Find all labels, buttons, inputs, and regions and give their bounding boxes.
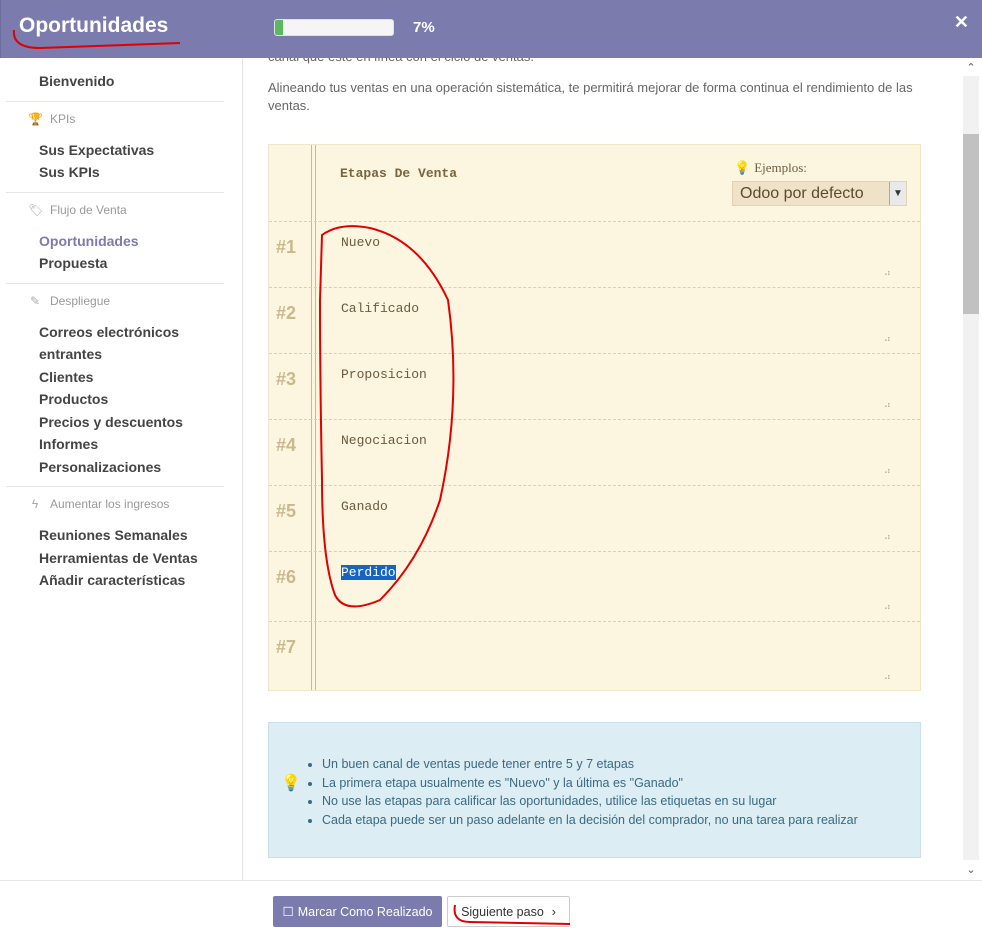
close-icon[interactable]: ✕ (954, 12, 969, 33)
sidebar: Bienvenido 🏆 KPIs Sus Expectativas Sus K… (4, 58, 243, 880)
stage-input[interactable]: Nuevo (341, 235, 380, 250)
chevron-up-icon[interactable]: ⌃ (963, 61, 979, 74)
sidebar-divider (6, 486, 224, 487)
progress-fill (275, 20, 284, 35)
list-item: No use las etapas para calificar las opo… (322, 792, 858, 811)
resize-grip-icon[interactable]: ⠴ (884, 268, 891, 279)
chevron-down-icon: ▼ (889, 182, 906, 205)
list-item: La primera etapa usualmente es "Nuevo" y… (322, 774, 858, 793)
sidebar-item-herramientas[interactable]: Herramientas de Ventas (4, 547, 242, 570)
chevron-right-icon: › (551, 904, 556, 919)
stage-number: #5 (276, 501, 297, 521)
examples-label: 💡 Ejemplos: (734, 160, 807, 175)
stage-number: #3 (276, 369, 297, 389)
stage-number: #1 (276, 237, 297, 257)
sidebar-item-clientes[interactable]: Clientes (4, 366, 242, 389)
scrollbar-thumb[interactable] (963, 134, 979, 314)
trophy-icon: 🏆 (28, 111, 43, 126)
resize-grip-icon[interactable]: ⠴ (884, 400, 891, 411)
sidebar-item-correos[interactable]: Correos electrónicos entrantes (4, 321, 189, 366)
stage-row[interactable]: #7 ⠴ (269, 621, 920, 692)
examples-select[interactable]: Odoo por defecto ▼ (732, 181, 907, 206)
list-item: Cada etapa puede ser un paso adelante en… (322, 811, 858, 830)
sidebar-divider (6, 282, 224, 284)
wizard-header: Oportunidades 7% ✕ (0, 0, 982, 58)
resize-grip-icon[interactable]: ⠴ (884, 334, 891, 345)
sidebar-divider (6, 100, 224, 102)
stage-input[interactable]: Calificado (341, 301, 419, 316)
intro-text-cut: canal que esté en línea con el ciclo de … (268, 58, 923, 66)
lightbulb-icon: 💡 (281, 775, 301, 792)
tag-icon: 🏷 (28, 202, 44, 217)
stage-input[interactable]: Proposicion (341, 367, 427, 382)
checkbox-icon: ☐ (282, 905, 294, 919)
stage-input[interactable]: Negociacion (341, 433, 427, 448)
stage-row[interactable]: #6 Perdido ⠴ (269, 551, 920, 622)
stage-number: #7 (276, 637, 297, 657)
main-content: canal que esté en línea con el ciclo de … (243, 58, 945, 880)
bolt-icon: ϟ (31, 497, 39, 511)
sidebar-item-productos[interactable]: Productos (4, 388, 242, 411)
sales-stages-panel: Etapas De Venta 💡 Ejemplos: Odoo por def… (268, 144, 921, 691)
sidebar-group-aumentar: ϟ Aumentar los ingresos (4, 497, 242, 511)
sidebar-item-sus-kpis[interactable]: Sus KPIs (4, 161, 242, 184)
resize-grip-icon[interactable]: ⠴ (884, 672, 891, 683)
next-step-button[interactable]: Siguiente paso › (447, 896, 570, 927)
sidebar-divider (6, 191, 224, 193)
resize-grip-icon[interactable]: ⠴ (884, 532, 891, 543)
progress-bar (274, 19, 394, 36)
stage-input[interactable]: Ganado (341, 499, 388, 514)
chevron-down-icon[interactable]: ⌄ (963, 863, 979, 876)
sidebar-item-anadir[interactable]: Añadir características (4, 569, 242, 592)
sidebar-item-propuesta[interactable]: Propuesta (4, 252, 242, 275)
stage-row[interactable]: #5 Ganado ⠴ (269, 485, 920, 552)
stage-row[interactable]: #4 Negociacion ⠴ (269, 419, 920, 486)
tips-list: Un buen canal de ventas puede tener entr… (307, 755, 858, 829)
sidebar-item-reuniones[interactable]: Reuniones Semanales (4, 524, 242, 547)
stage-row[interactable]: #3 Proposicion ⠴ (269, 353, 920, 420)
sidebar-item-personalizaciones[interactable]: Personalizaciones (4, 456, 242, 479)
sidebar-group-despliegue: ✎ Despliegue (29, 293, 111, 308)
stage-number: #4 (276, 435, 297, 455)
sidebar-item-oportunidades[interactable]: Oportunidades (4, 230, 242, 253)
wizard-title: Oportunidades (19, 14, 169, 37)
mark-done-button[interactable]: ☐ Marcar Como Realizado (273, 896, 442, 927)
stage-row[interactable]: #1 Nuevo ⠴ (269, 221, 920, 288)
sidebar-item-sus-expectativas[interactable]: Sus Expectativas (4, 139, 242, 162)
stage-row[interactable]: #2 Calificado ⠴ (269, 287, 920, 354)
list-item: Un buen canal de ventas puede tener entr… (322, 755, 858, 774)
sidebar-item-precios[interactable]: Precios y descuentos (4, 411, 242, 434)
stages-title: Etapas De Venta (340, 166, 458, 181)
sidebar-item-informes[interactable]: Informes (4, 433, 242, 456)
magic-wand-icon: ✎ (29, 293, 41, 308)
sidebar-group-flujo-de-venta: 🏷 Flujo de Venta (28, 202, 127, 217)
tips-panel: 💡 Un buen canal de ventas puede tener en… (268, 722, 921, 858)
lightbulb-icon: 💡 (734, 160, 751, 175)
resize-grip-icon[interactable]: ⠴ (884, 602, 891, 613)
stage-number: #2 (276, 303, 297, 323)
scrollbar[interactable]: ⌃ ⌄ (946, 58, 982, 880)
stage-input-selected[interactable]: Perdido (341, 565, 396, 580)
sidebar-group-kpis: 🏆 KPIs (28, 111, 76, 126)
sidebar-item-bienvenido[interactable]: Bienvenido (4, 70, 242, 93)
resize-grip-icon[interactable]: ⠴ (884, 466, 891, 477)
intro-text: Alineando tus ventas en una operación si… (268, 80, 913, 113)
wizard-footer: ☐ Marcar Como Realizado Siguiente paso › (0, 880, 982, 940)
progress-label: 7% (413, 19, 435, 36)
stage-number: #6 (276, 567, 297, 587)
